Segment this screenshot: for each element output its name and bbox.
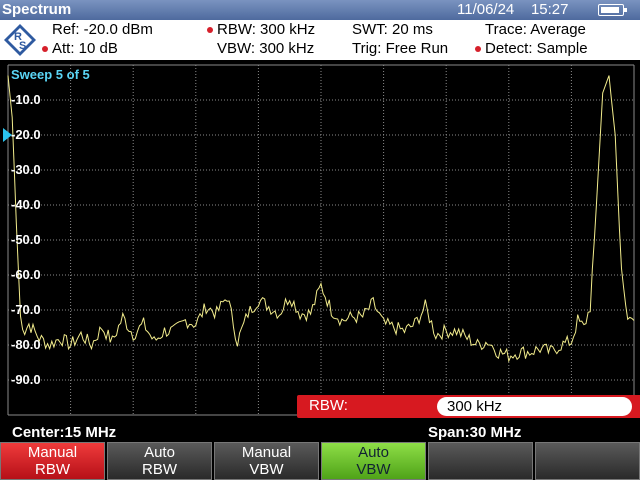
y-axis-tick-label: -20.0	[11, 127, 41, 142]
softkey-label: VBW	[356, 461, 391, 478]
softkey-label: Auto	[358, 444, 389, 461]
rbw-indicator-dot	[207, 27, 213, 33]
ref-level[interactable]: Ref: -20.0 dBm	[52, 21, 153, 38]
y-axis-tick-label: -40.0	[11, 197, 41, 212]
softkey-label: Auto	[144, 444, 175, 461]
manual-vbw-softkey[interactable]: Manual VBW	[214, 442, 319, 480]
time: 15:27	[530, 1, 569, 18]
trigger[interactable]: Trig: Free Run	[352, 40, 448, 57]
spectrum-graph	[7, 64, 635, 416]
softkey-label: RBW	[35, 461, 70, 478]
app-title: Spectrum	[2, 1, 72, 18]
battery-level	[601, 7, 619, 13]
rbw-input-label: RBW:	[309, 397, 348, 414]
y-axis-tick-label: -50.0	[11, 232, 41, 247]
auto-vbw-softkey[interactable]: Auto VBW	[321, 442, 426, 480]
rbw-input-field[interactable]: 300 kHz	[437, 397, 632, 416]
attenuation[interactable]: Att: 10 dB	[52, 40, 118, 57]
softkey-bar: Manual RBW Auto RBW Manual VBW Auto VBW	[0, 442, 640, 480]
att-indicator-dot	[42, 46, 48, 52]
rbw-input-panel[interactable]: RBW: 300 kHz	[297, 395, 640, 418]
rohde-schwarz-logo-icon: R S	[4, 24, 36, 56]
settings-info-bar: R S Ref: -20.0 dBm Att: 10 dB RBW: 300 k…	[0, 20, 640, 60]
trace-mode[interactable]: Trace: Average	[485, 21, 586, 38]
ref-level-marker-icon[interactable]	[3, 128, 12, 142]
span[interactable]: Span:30 MHz	[428, 424, 521, 441]
status-bar: Center:15 MHz Span:30 MHz	[0, 420, 640, 442]
y-axis-tick-label: -80.0	[11, 337, 41, 352]
center-frequency[interactable]: Center:15 MHz	[12, 424, 116, 441]
softkey-label: Manual	[27, 444, 78, 461]
date: 11/06/24	[457, 1, 515, 18]
auto-rbw-softkey[interactable]: Auto RBW	[107, 442, 212, 480]
rbw-setting[interactable]: RBW: 300 kHz	[217, 21, 315, 38]
y-axis-tick-label: -10.0	[11, 92, 41, 107]
date-time: 11/06/24 15:27	[457, 1, 569, 18]
title-bar: Spectrum 11/06/24 15:27	[0, 0, 640, 20]
sweep-time[interactable]: SWT: 20 ms	[352, 21, 433, 38]
softkey-label: Manual	[241, 444, 292, 461]
y-axis-tick-label: -60.0	[11, 267, 41, 282]
softkey-label: VBW	[249, 461, 284, 478]
sweep-counter: Sweep 5 of 5	[11, 67, 90, 82]
battery-icon	[598, 4, 627, 16]
spectrum-plot[interactable]	[0, 60, 640, 420]
y-axis-tick-label: -90.0	[11, 372, 41, 387]
y-axis-tick-label: -70.0	[11, 302, 41, 317]
detect-indicator-dot	[475, 46, 481, 52]
empty-softkey-6[interactable]	[535, 442, 640, 480]
manual-rbw-softkey[interactable]: Manual RBW	[0, 442, 105, 480]
svg-text:S: S	[19, 40, 26, 52]
softkey-label: RBW	[142, 461, 177, 478]
y-axis-tick-label: -30.0	[11, 162, 41, 177]
vbw-setting[interactable]: VBW: 300 kHz	[217, 40, 314, 57]
detector[interactable]: Detect: Sample	[485, 40, 588, 57]
empty-softkey-5[interactable]	[428, 442, 533, 480]
